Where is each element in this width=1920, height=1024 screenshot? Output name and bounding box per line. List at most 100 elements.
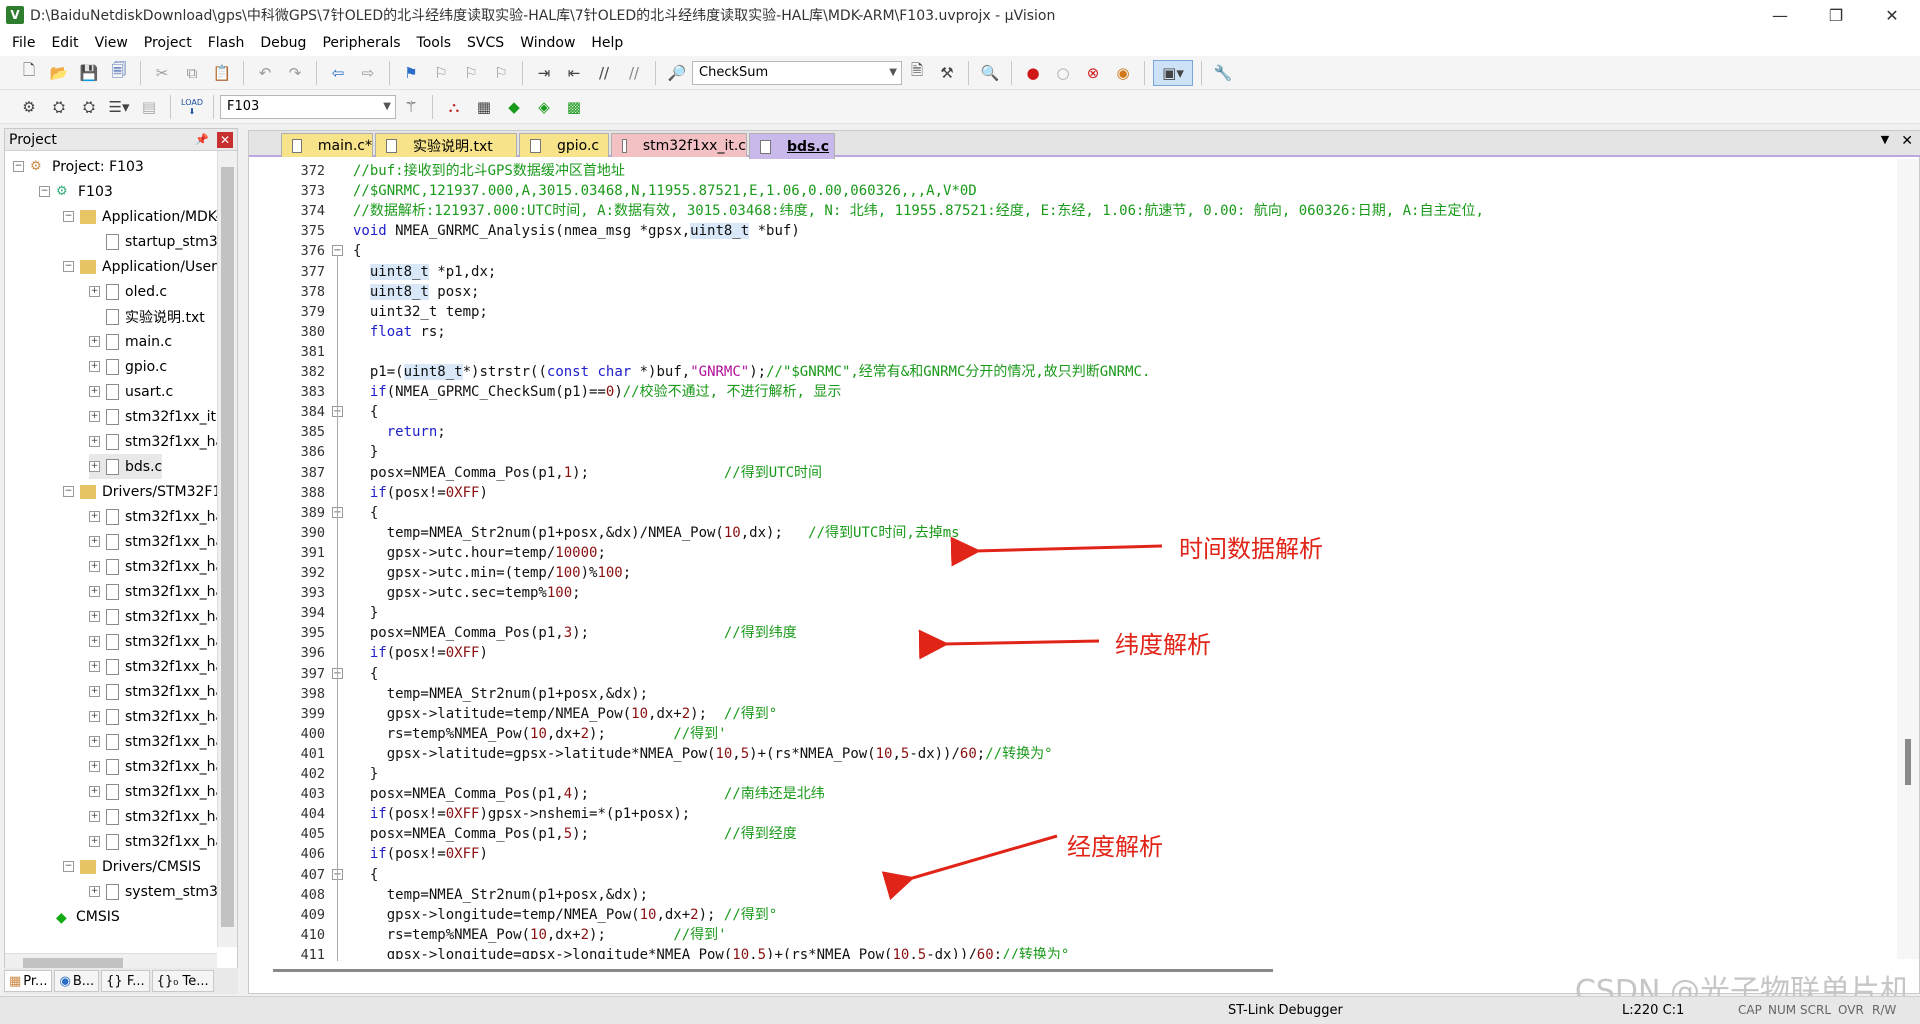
unindent-icon[interactable]: ⇤: [561, 60, 587, 86]
find-combo[interactable]: CheckSum ▼: [692, 60, 902, 85]
tree-item[interactable]: + stm32f1xx_hal_gpio.c: [89, 679, 217, 704]
tree-item[interactable]: − ⚙ F103: [39, 179, 113, 204]
comment-icon[interactable]: //: [591, 60, 617, 86]
code-line[interactable]: if(posx!=0XFF): [353, 483, 488, 503]
expand-toggle-icon[interactable]: +: [89, 611, 100, 622]
tab-functions[interactable]: {} F...: [101, 970, 150, 992]
copy-icon[interactable]: ⧉: [179, 60, 205, 86]
configure-wrench-icon[interactable]: 🔧: [1210, 60, 1236, 86]
expand-toggle-icon[interactable]: +: [89, 286, 100, 297]
collapse-toggle-icon[interactable]: −: [63, 261, 74, 272]
expand-toggle-icon[interactable]: +: [89, 736, 100, 747]
open-folder-icon[interactable]: 📂: [46, 60, 72, 86]
incremental-find-icon[interactable]: ⚒: [934, 60, 960, 86]
tree-item[interactable]: + stm32f1xx_hal_rcc.c: [89, 629, 217, 654]
code-line[interactable]: if(posx!=0XFF)gpsx->nshemi=*(p1+posx);: [353, 804, 690, 824]
build-icon[interactable]: ⛭: [46, 94, 72, 120]
navigate-back-icon[interactable]: ⇦: [325, 60, 351, 86]
bookmark-icon[interactable]: ⚑: [398, 60, 424, 86]
tree-item[interactable]: + stm32f1xx_hal_pwr.c: [89, 754, 217, 779]
collapse-toggle-icon[interactable]: −: [39, 186, 50, 197]
expand-toggle-icon[interactable]: +: [89, 636, 100, 647]
menu-window[interactable]: Window: [512, 30, 583, 56]
code-line[interactable]: //buf:接收到的北斗GPS数据缓冲区首地址: [353, 161, 625, 181]
code-line[interactable]: posx=NMEA_Comma_Pos(p1,5); //得到经度: [353, 824, 797, 844]
expand-toggle-icon[interactable]: +: [89, 711, 100, 722]
expand-toggle-icon[interactable]: +: [89, 761, 100, 772]
code-line[interactable]: {: [353, 664, 378, 684]
tab-templates[interactable]: {}₀ Te...: [151, 970, 214, 992]
code-line[interactable]: uint8_t posx;: [353, 282, 479, 302]
tree-item[interactable]: + stm32f1xx_hal_uart.c: [89, 579, 217, 604]
code-line[interactable]: gpsx->utc.min=(temp/100)%100;: [353, 563, 631, 583]
code-line[interactable]: posx=NMEA_Comma_Pos(p1,3); //得到纬度: [353, 623, 797, 643]
expand-toggle-icon[interactable]: +: [89, 686, 100, 697]
tree-item[interactable]: − Drivers/CMSIS: [63, 854, 201, 879]
code-line[interactable]: {: [353, 402, 378, 422]
code-line[interactable]: void NMEA_GNRMC_Analysis(nmea_msg *gpsx,…: [353, 221, 800, 241]
code-line[interactable]: gpsx->latitude=gpsx->latitude*NMEA_Pow(1…: [353, 744, 1053, 764]
expand-toggle-icon[interactable]: +: [89, 511, 100, 522]
tree-item[interactable]: + stm32f1xx_hal_cortex.c: [89, 729, 217, 754]
tree-item[interactable]: + stm32f1xx_hal_gpio_ex.c: [89, 504, 217, 529]
batch-build-icon[interactable]: ☰▾: [106, 94, 132, 120]
tab-books[interactable]: ◉ B...: [54, 970, 100, 992]
tree-item[interactable]: + usart.c: [89, 379, 173, 404]
navigate-forward-icon[interactable]: ⇨: [355, 60, 381, 86]
expand-toggle-icon[interactable]: +: [89, 411, 100, 422]
editor-tab[interactable]: stm32f1xx_it.c: [611, 133, 747, 157]
redo-icon[interactable]: ↷: [282, 60, 308, 86]
undo-icon[interactable]: ↶: [252, 60, 278, 86]
code-line[interactable]: temp=NMEA_Str2num(p1+posx,&dx);: [353, 684, 648, 704]
scrollbar-thumb[interactable]: [1905, 739, 1911, 785]
tree-item[interactable]: + gpio.c: [89, 354, 167, 379]
code-line[interactable]: {: [353, 865, 378, 885]
disable-all-breakpoints-icon[interactable]: ◉: [1110, 60, 1136, 86]
code-line[interactable]: uint32_t temp;: [353, 302, 488, 322]
code-line[interactable]: //数据解析:121937.000:UTC时间, A:数据有效, 3015.03…: [353, 201, 1484, 221]
code-line[interactable]: p1=(uint8_t*)strstr((const char *)buf,"G…: [353, 362, 1150, 382]
minimize-button[interactable]: —: [1752, 0, 1808, 30]
find-icon[interactable]: 🗎: [904, 60, 930, 86]
menu-tools[interactable]: Tools: [409, 30, 460, 56]
target-options-wand-icon[interactable]: ⚚: [398, 94, 424, 120]
tree-item[interactable]: + stm32f1xx_hal_tim_ex.c: [89, 554, 217, 579]
tree-item[interactable]: + stm32f1xx_it.c: [89, 404, 217, 429]
collapse-toggle-icon[interactable]: −: [63, 211, 74, 222]
code-line[interactable]: gpsx->utc.hour=temp/10000;: [353, 543, 606, 563]
code-area[interactable]: //buf:接收到的北斗GPS数据缓冲区首地址//$GNRMC,121937.0…: [347, 159, 1887, 959]
editor-tab[interactable]: main.c*: [281, 133, 373, 157]
manage-components-icon[interactable]: ⛬: [441, 94, 467, 120]
kill-breakpoints-icon[interactable]: ⊗: [1080, 60, 1106, 86]
tree-item[interactable]: + stm32f1xx_hal_flash.c: [89, 779, 217, 804]
target-select[interactable]: F103 ▼: [220, 94, 396, 119]
tree-item[interactable]: + stm32f1xx_hal.c: [89, 604, 217, 629]
expand-toggle-icon[interactable]: +: [89, 661, 100, 672]
tree-item[interactable]: ◆ CMSIS: [39, 904, 120, 929]
run-time-environment-icon[interactable]: ▩: [561, 94, 587, 120]
code-line[interactable]: }: [353, 764, 378, 784]
prev-bookmark-icon[interactable]: ⚐: [428, 60, 454, 86]
tree-item[interactable]: + stm32f1xx_hal_dma.c: [89, 704, 217, 729]
restore-button[interactable]: ❐: [1808, 0, 1864, 30]
code-line[interactable]: posx=NMEA_Comma_Pos(p1,4); //南纬还是北纬: [353, 784, 825, 804]
tree-item[interactable]: + main.c: [89, 329, 172, 354]
tree-item[interactable]: − Application/User: [63, 254, 217, 279]
pack-installer-icon[interactable]: ◆: [501, 94, 527, 120]
collapse-toggle-icon[interactable]: −: [63, 486, 74, 497]
code-line[interactable]: }: [353, 442, 378, 462]
code-line[interactable]: temp=NMEA_Str2num(p1+posx,&dx);: [353, 885, 648, 905]
code-line[interactable]: return;: [353, 422, 446, 442]
rebuild-icon[interactable]: ⛭: [76, 94, 102, 120]
code-line[interactable]: temp=NMEA_Str2num(p1+posx,&dx)/NMEA_Pow(…: [353, 523, 960, 543]
file-extensions-icon[interactable]: ▦: [471, 94, 497, 120]
code-line[interactable]: gpsx->utc.sec=temp%100;: [353, 583, 581, 603]
code-line[interactable]: rs=temp%NMEA_Pow(10,dx+2); //得到': [353, 724, 727, 744]
code-line[interactable]: if(posx!=0XFF): [353, 643, 488, 663]
disable-breakpoint-icon[interactable]: ○: [1050, 60, 1076, 86]
code-line[interactable]: if(NMEA_GPRMC_CheckSum(p1)==0)//校验不通过, 不…: [353, 382, 841, 402]
menu-project[interactable]: Project: [136, 30, 200, 56]
menu-debug[interactable]: Debug: [252, 30, 314, 56]
expand-toggle-icon[interactable]: +: [89, 811, 100, 822]
code-line[interactable]: uint8_t *p1,dx;: [353, 262, 496, 282]
